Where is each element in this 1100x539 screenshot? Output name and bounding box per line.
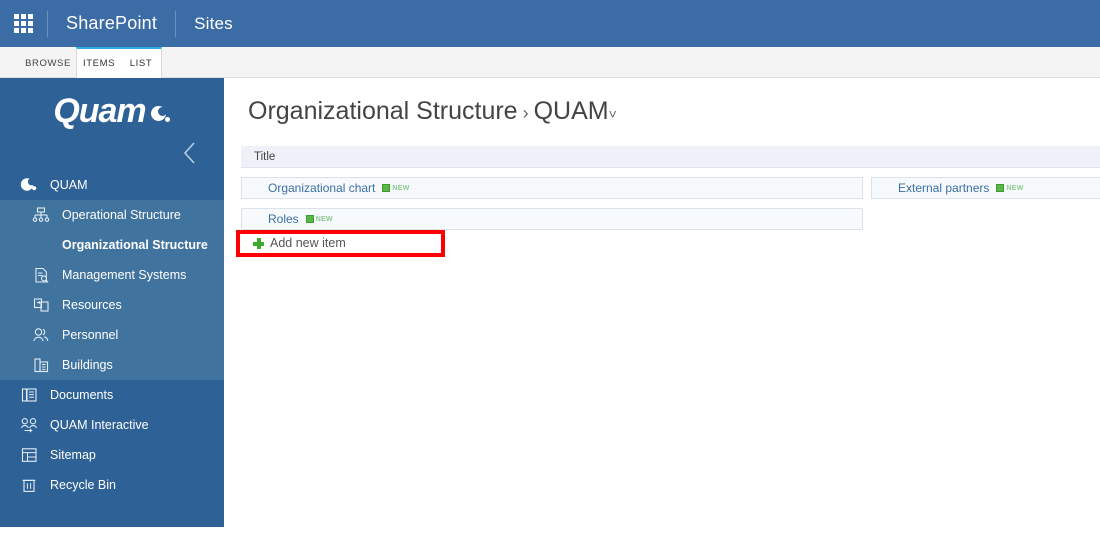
new-badge: NEW (382, 184, 409, 192)
quam-logo-icon (18, 175, 40, 195)
new-badge-icon (382, 184, 391, 192)
list-cell[interactable]: Roles NEW (241, 208, 863, 230)
sidebar-item-resources[interactable]: Resources (0, 290, 224, 320)
new-badge-label: NEW (392, 184, 410, 192)
table-row: Roles NEW (241, 208, 1100, 230)
sidebar-item-documents[interactable]: Documents (0, 380, 224, 410)
column-header-title: Title (254, 150, 276, 163)
sidebar-item-label: Operational Structure (62, 208, 181, 222)
sidebar-item-label: Documents (50, 388, 114, 402)
trash-icon (18, 475, 40, 495)
sidebar-item-sitemap[interactable]: Sitemap (0, 440, 224, 470)
sidebar-item-label: Buildings (62, 358, 113, 372)
site-name: QUAM (533, 97, 609, 125)
people-icon (30, 325, 52, 345)
sidebar-item-label: Recycle Bin (50, 478, 116, 492)
documents-icon (18, 385, 40, 405)
sharepoint-page: SharePoint Sites BROWSE ITEMS LIST Quam (0, 0, 1100, 539)
list-view: Title Organizational chart NEW External … (241, 146, 1100, 230)
ribbon-tab-bar: BROWSE ITEMS LIST (0, 47, 1100, 78)
sidebar-item-management-systems[interactable]: Management Systems (0, 260, 224, 290)
org-chart-icon (30, 205, 52, 225)
nav-list: QUAM Operational Structure Organizationa… (0, 170, 224, 500)
tab-browse[interactable]: BROWSE (20, 47, 76, 78)
sidebar-item-recycle-bin[interactable]: Recycle Bin (0, 470, 224, 500)
document-search-icon (30, 265, 52, 285)
sitemap-icon (18, 445, 40, 465)
sidebar-item-quam-interactive[interactable]: QUAM Interactive (0, 410, 224, 440)
tab-items[interactable]: ITEMS (78, 47, 120, 78)
item-link[interactable]: Organizational chart (268, 181, 375, 195)
item-link[interactable]: External partners (898, 181, 989, 195)
sites-link[interactable]: Sites (176, 0, 251, 47)
new-badge-label: NEW (315, 215, 333, 223)
sidebar-item-label: QUAM (50, 178, 88, 192)
quam-crescent-icon (150, 106, 171, 126)
page-title: Organizational Structure › QUAM˅ (248, 97, 617, 126)
sidebar-item-label: Personnel (62, 328, 119, 342)
sidebar-item-operational-structure[interactable]: Operational Structure (0, 200, 224, 230)
suite-bar: SharePoint Sites (0, 0, 1100, 47)
new-badge-icon (305, 215, 314, 223)
chevron-left-icon (183, 142, 195, 164)
quam-logo-text: Quam (53, 92, 146, 130)
list-column-header[interactable]: Title (241, 146, 1100, 168)
list-cell[interactable]: Organizational chart NEW (241, 177, 863, 199)
building-icon (30, 355, 52, 375)
collapse-nav-button[interactable] (180, 140, 202, 166)
sidebar-item-organizational-structure[interactable]: Organizational Structure (0, 230, 224, 260)
add-new-item-label: Add new item (270, 236, 346, 250)
sidebar-item-label: Resources (62, 298, 122, 312)
table-row: Organizational chart NEW External partne… (241, 177, 1100, 199)
waffle-icon (14, 14, 33, 33)
main-content: Organizational Structure › QUAM˅ Title Org… (224, 78, 1100, 539)
sidebar-item-label: Management Systems (62, 268, 187, 282)
new-badge: NEW (996, 184, 1023, 192)
quam-logo[interactable]: Quam (0, 78, 224, 138)
app-launcher-button[interactable] (0, 0, 47, 47)
sidebar-item-label: Organizational Structure (62, 238, 208, 252)
new-badge-label: NEW (1006, 184, 1024, 192)
interactive-people-icon (18, 415, 40, 435)
left-navigation: Quam QUAM Operational Structure Organiza… (0, 78, 224, 527)
sidebar-item-label: QUAM Interactive (50, 418, 149, 432)
add-new-item-link[interactable]: Add new item (241, 230, 450, 256)
page-title-text: Organizational Structure (248, 97, 518, 125)
plus-icon (253, 237, 264, 249)
resources-icon (30, 295, 52, 315)
sharepoint-brand-link[interactable]: SharePoint (48, 0, 175, 47)
new-badge: NEW (305, 215, 333, 223)
sidebar-item-label: Sitemap (50, 448, 96, 462)
sidebar-item-personnel[interactable]: Personnel (0, 320, 224, 350)
new-badge-icon (996, 184, 1005, 192)
chevron-down-icon[interactable]: ˅ (609, 106, 617, 122)
sidebar-item-buildings[interactable]: Buildings (0, 350, 224, 380)
tab-list[interactable]: LIST (122, 47, 160, 78)
breadcrumb-separator: › (522, 103, 529, 123)
sidebar-item-quam[interactable]: QUAM (0, 170, 224, 200)
item-link[interactable]: Roles (268, 212, 299, 226)
list-cell[interactable]: External partners NEW (871, 177, 1100, 199)
